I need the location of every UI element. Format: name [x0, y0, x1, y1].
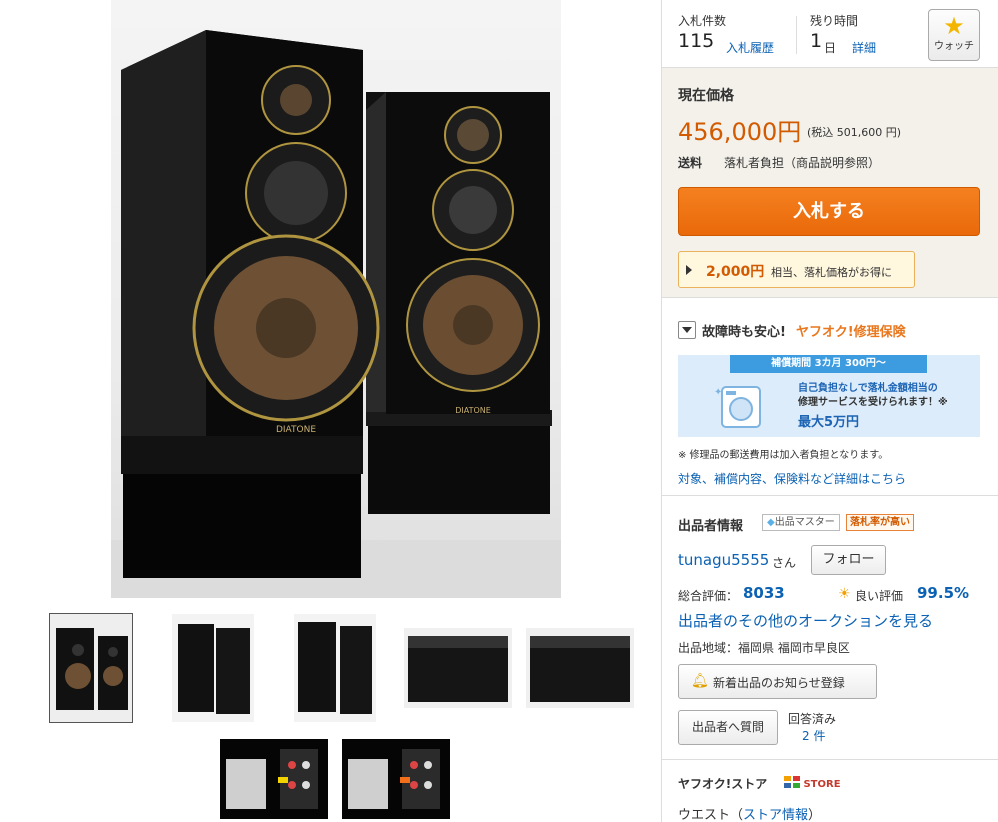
time-detail-link[interactable]: 詳細 — [852, 39, 876, 56]
star-icon: ★ — [943, 12, 965, 40]
insurance-period-tab: 補償期間 3カ月 300円〜 — [730, 355, 927, 373]
seller-name-link[interactable]: tunagu5555 — [678, 551, 769, 569]
watch-label: ウォッチ — [934, 41, 974, 52]
bell-icon: 🔔︎ — [691, 673, 709, 689]
thumbnail-7[interactable] — [342, 739, 450, 819]
brand-label-left: DIATONE — [276, 425, 316, 435]
promo-text: 相当、落札価格がお得に — [771, 266, 892, 279]
time-left-value: 1 — [810, 30, 823, 52]
good-rating-value: 99.5% — [917, 584, 970, 602]
tax-included-price: (税込 501,600 円) — [807, 126, 902, 139]
brand-label-right: DIATONE — [455, 406, 491, 415]
bid-history-link[interactable]: 入札履歴 — [726, 39, 774, 56]
thumbnail-3[interactable] — [294, 614, 376, 722]
seller-master-badge: ◆出品マスター — [762, 514, 840, 531]
repair-insurance-section: 故障時も安心! ヤフオク!修理保険 補償期間 3カ月 300円〜 ✦ 自己負担な… — [662, 300, 998, 496]
store-info-link[interactable]: ストア情報 — [743, 808, 808, 822]
store-title: ヤフオク!ストア — [678, 777, 768, 791]
diamond-icon: ◆ — [767, 517, 775, 528]
bid-count-label: 入札件数 — [678, 14, 727, 28]
insurance-note: ※ 修理品の郵送費用は加入者負担となります。 — [678, 450, 889, 461]
thumbnail-1[interactable] — [49, 613, 133, 723]
time-left-label: 残り時間 — [810, 14, 859, 28]
insurance-detail-link[interactable]: 対象、補償内容、保険料など詳細はこちら — [678, 470, 906, 487]
auction-status-bar: 入札件数 115 入札履歴 残り時間 1 日 詳細 ★ ウォッチ — [662, 0, 998, 68]
ask-seller-button[interactable]: 出品者へ質問 — [678, 710, 778, 745]
divider — [796, 16, 797, 54]
shipping-value: 落札者負担（商品説明参照） — [724, 156, 881, 170]
seller-region: 出品地域：福岡県 福岡市早良区 — [678, 641, 850, 655]
current-price: 456,000円 — [678, 118, 802, 146]
insurance-title: 故障時も安心! — [702, 325, 786, 340]
bid-button[interactable]: 入札する — [678, 187, 980, 236]
image-gallery: DIATONE DIATONE — [0, 0, 660, 822]
other-auctions-link[interactable]: 出品者のその他のオークションを見る — [678, 610, 933, 631]
good-rating-label: 良い評価 — [855, 589, 904, 603]
insurance-line-2: 修理サービスを受けられます！※ — [798, 397, 948, 408]
time-left-unit: 日 — [824, 41, 837, 55]
thumbnail-2[interactable] — [172, 614, 254, 722]
notify-label: 新着出品のお知らせ登録 — [713, 676, 845, 690]
play-triangle-icon — [686, 265, 692, 275]
watch-button[interactable]: ★ ウォッチ — [928, 9, 980, 61]
insurance-brand-link[interactable]: ヤフオク!修理保険 — [796, 321, 906, 340]
answered-count-link[interactable]: 2 件 — [802, 727, 825, 744]
high-win-rate-badge: 落札率が高い — [846, 514, 914, 531]
promo-amount: 2,000円 — [706, 264, 765, 280]
shipping-label: 送料 — [678, 156, 703, 170]
answered-label: 回答済み — [788, 712, 837, 726]
thumbnail-6[interactable] — [220, 739, 328, 819]
store-badge: STORE — [784, 776, 841, 790]
seller-info-title: 出品者情報 — [678, 519, 744, 534]
insurance-banner[interactable]: 補償期間 3カ月 300円〜 ✦ 自己負担なしで落札金額相当の 修理サービスを受… — [678, 355, 980, 437]
promo-banner[interactable]: 2,000円 相当、落札価格がお得に — [678, 251, 915, 288]
thumbnail-4[interactable] — [404, 628, 512, 708]
bid-count: 115 — [678, 30, 715, 52]
store-name: ウエスト（ストア情報） — [678, 808, 822, 822]
auction-side-panel: 入札件数 115 入札履歴 残り時間 1 日 詳細 ★ ウォッチ 現在価格 45… — [661, 0, 998, 822]
sun-icon: ☀ — [838, 586, 851, 602]
thumbnail-5[interactable] — [526, 628, 634, 708]
main-product-photo[interactable]: DIATONE DIATONE — [111, 0, 561, 598]
speaker-photo-illustration: DIATONE DIATONE — [111, 30, 561, 598]
store-grid-icon — [784, 776, 800, 788]
follow-button[interactable]: フォロー — [811, 545, 886, 575]
insurance-line-1: 自己負担なしで落札金額相当の — [798, 383, 938, 394]
insurance-max-amount: 最大5万円 — [798, 415, 860, 430]
seller-honorific: さん — [772, 556, 797, 570]
total-rating-link[interactable]: 8033 — [743, 584, 785, 602]
seller-info-section: 出品者情報 ◆出品マスター 落札率が高い tunagu5555 さん フォロー … — [662, 497, 998, 760]
collapse-toggle-icon[interactable] — [678, 321, 696, 339]
total-rating-label: 総合評価： — [678, 589, 739, 603]
current-price-label: 現在価格 — [678, 88, 734, 104]
svg-text:✦: ✦ — [714, 387, 722, 398]
washing-machine-icon: ✦ — [714, 386, 761, 428]
new-listing-notify-button[interactable]: 🔔︎ 新着出品のお知らせ登録 — [678, 664, 877, 699]
